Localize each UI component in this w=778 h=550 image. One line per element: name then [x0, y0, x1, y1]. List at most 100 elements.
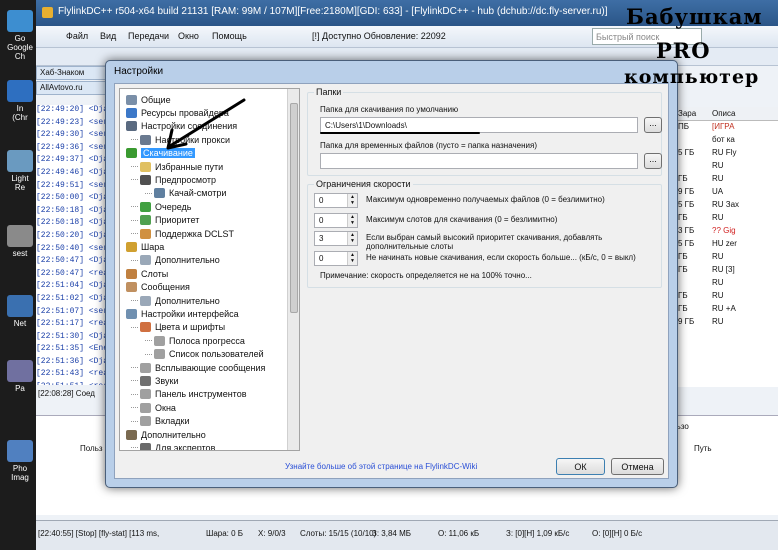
- user-list-cell: HU zer: [712, 239, 737, 248]
- tree-item-label: Дополнительно: [155, 255, 220, 266]
- tree-item-label: Для экспертов: [155, 442, 216, 451]
- tree-item[interactable]: Окна: [131, 401, 176, 414]
- user-list-row[interactable]: RU: [674, 277, 778, 290]
- user-list-row[interactable]: ГБ RU: [674, 212, 778, 225]
- tree-item[interactable]: Дополнительно: [131, 254, 220, 267]
- tree-item[interactable]: Слоты: [126, 267, 168, 280]
- desktop-app-icon: [7, 360, 33, 382]
- menu-file[interactable]: Файл: [66, 31, 88, 41]
- user-list-row[interactable]: 5 ГБ HU zer: [674, 238, 778, 251]
- user-list-cell: 5 ГБ: [678, 239, 695, 248]
- tree-item[interactable]: Список пользователей: [145, 348, 264, 361]
- desktop-icon[interactable]: Light Re: [2, 150, 38, 192]
- tree-item[interactable]: Панель инструментов: [131, 388, 247, 401]
- temp-folder-browse-button[interactable]: ...: [644, 153, 662, 169]
- preview-icon: [140, 174, 151, 185]
- user-list-row[interactable]: бот ка: [674, 134, 778, 147]
- tree-item[interactable]: Сообщения: [126, 281, 190, 294]
- tree-item[interactable]: Вкладки: [131, 415, 190, 428]
- tree-scroll-thumb[interactable]: [290, 103, 298, 313]
- user-list-row[interactable]: ГБ RU: [674, 173, 778, 186]
- desktop-icon[interactable]: sest: [2, 225, 38, 258]
- ok-button[interactable]: ОК: [556, 458, 605, 475]
- tree-item-label: Список пользователей: [169, 349, 264, 360]
- tree-item[interactable]: Поддержка DCLST: [131, 227, 234, 240]
- user-list-row[interactable]: 9 ГБ UA: [674, 186, 778, 199]
- tree-item[interactable]: Полоса прогресса: [145, 334, 245, 347]
- user-list-cell: [ИГРА: [712, 122, 735, 131]
- tree-item[interactable]: Для экспертов: [131, 441, 216, 451]
- desktop-icon[interactable]: Net: [2, 295, 38, 328]
- user-list-row[interactable]: ГБ RU +A: [674, 303, 778, 316]
- desktop-icon[interactable]: In (Chr: [2, 80, 38, 122]
- user-list-row[interactable]: 5 ГБ RU Зах: [674, 199, 778, 212]
- limit-spinner[interactable]: 0 ▲ ▼: [314, 193, 358, 208]
- spinner-arrows-icon[interactable]: ▲ ▼: [347, 232, 357, 245]
- tree-connector: [131, 206, 138, 208]
- menu-window[interactable]: Окно: [178, 31, 199, 41]
- spinner-arrows-icon[interactable]: ▲ ▼: [347, 194, 357, 207]
- tree-item[interactable]: Избранные пути: [131, 160, 223, 173]
- tree-item[interactable]: Звуки: [131, 374, 178, 387]
- menu-view[interactable]: Вид: [100, 31, 116, 41]
- dialog-title: Настройки: [114, 66, 164, 77]
- tree-item-label: Шара: [141, 241, 165, 252]
- limit-spinner[interactable]: 0 ▲ ▼: [314, 251, 358, 266]
- tree-item[interactable]: Цвета и шрифты: [131, 321, 225, 334]
- spinner-arrows-icon[interactable]: ▲ ▼: [347, 214, 357, 227]
- user-list-row[interactable]: ГБ RU: [674, 251, 778, 264]
- user-list-cell: ГБ: [678, 304, 688, 313]
- user-list-row[interactable]: ПБ [ИГРА: [674, 121, 778, 134]
- user-list-row[interactable]: ГБ RU: [674, 290, 778, 303]
- desktop-icon[interactable]: Go Google Ch: [2, 10, 38, 61]
- menu-transfers[interactable]: Передачи: [128, 31, 169, 41]
- chat-line: [22:51:04] <Dja: [36, 281, 106, 291]
- sounds-icon: [140, 375, 151, 386]
- user-list-row[interactable]: ГБ RU [3]: [674, 264, 778, 277]
- download-folder-input[interactable]: C:\Users\1\Downloads\: [320, 117, 638, 133]
- limit-spinner[interactable]: 0 ▲ ▼: [314, 213, 358, 228]
- limit-spinner[interactable]: 3 ▲ ▼: [314, 231, 358, 246]
- user-list-row[interactable]: RU: [674, 160, 778, 173]
- app-logo-icon: [42, 7, 53, 18]
- user-list-row[interactable]: 3 ГБ ?? Gig: [674, 225, 778, 238]
- status-item: Х: 9/0/3: [258, 529, 286, 538]
- tree-item[interactable]: Шара: [126, 240, 164, 253]
- tree-item[interactable]: Дополнительно: [126, 428, 206, 441]
- tree-connector: [131, 219, 138, 221]
- tree-item[interactable]: Очередь: [131, 200, 191, 213]
- wiki-link[interactable]: Узнайте больше об этой странице на Flyli…: [285, 462, 477, 471]
- chat-line: [22:50:18] <Dja: [36, 218, 106, 228]
- status-item: О: 11,06 кБ: [438, 529, 480, 538]
- chat-line: [22:51:51] <rea: [36, 382, 106, 385]
- tree-scrollbar[interactable]: [287, 89, 299, 450]
- update-notice[interactable]: [!] Доступно Обновление: 22092: [312, 31, 446, 41]
- favorite-paths-icon: [140, 161, 151, 172]
- tree-item[interactable]: Приоритет: [131, 214, 199, 227]
- user-list-column-header[interactable]: Описа: [712, 109, 735, 118]
- spinner-arrows-icon[interactable]: ▲ ▼: [347, 252, 357, 265]
- tree-item[interactable]: Дополнительно: [131, 294, 220, 307]
- user-list-column-header[interactable]: Зара: [678, 109, 696, 118]
- tab-hub-1[interactable]: Хаб-Знаком: [36, 66, 116, 80]
- tools-icon: [126, 429, 137, 440]
- menu-help[interactable]: Помощь: [212, 31, 247, 41]
- user-list-row[interactable]: 5 ГБ RU Fly: [674, 147, 778, 160]
- status-item: З: [0][Н] 1,09 кБ/с: [506, 529, 570, 538]
- desktop-icon[interactable]: Pa: [2, 360, 38, 393]
- tree-item[interactable]: Качай-смотри: [145, 187, 226, 200]
- desktop-icon[interactable]: Pho Imag: [2, 440, 38, 482]
- tree-item[interactable]: Всплывающие сообщения: [131, 361, 265, 374]
- tree-item[interactable]: Предпросмотр: [131, 173, 216, 186]
- limit-label: Максимум одновременно получаемых файлов …: [366, 195, 605, 204]
- tab-hub-2[interactable]: AllAvtovo.ru: [36, 81, 116, 95]
- download-folder-browse-button[interactable]: ...: [644, 117, 662, 133]
- last-chat-line: [22:08:28] Соед: [38, 389, 95, 398]
- annotation-line-2: PRO: [656, 38, 711, 63]
- desktop-icon-label: In (Chr: [12, 104, 28, 122]
- cancel-button[interactable]: Отмена: [611, 458, 664, 475]
- temp-folder-input[interactable]: [320, 153, 638, 169]
- chat-line: [22:50:20] <Dja: [36, 230, 106, 240]
- tree-item[interactable]: Настройки интерфейса: [126, 307, 239, 320]
- user-list-row[interactable]: 9 ГБ RU: [674, 316, 778, 329]
